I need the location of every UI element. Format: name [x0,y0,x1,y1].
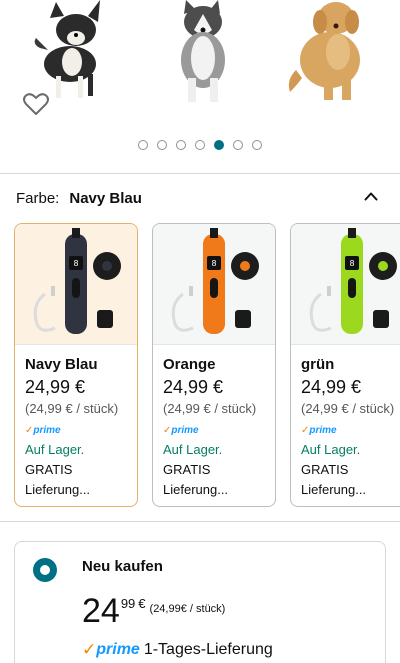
carousel-dot[interactable] [195,140,205,150]
color-variant-list[interactable]: 8 Navy Blau 24,99 € (24,99 € / stück) ✓p… [14,223,400,507]
product-image-gallery[interactable] [0,0,400,130]
svg-text:8: 8 [211,259,216,268]
variant-image: 8 [153,224,275,345]
variant-card-navy-blau[interactable]: 8 Navy Blau 24,99 € (24,99 € / stück) ✓p… [14,223,138,507]
price-fraction: 99 [120,596,136,611]
divider [0,173,400,174]
nail-grinder-image: 8 [309,228,397,334]
variant-name: Orange [163,356,216,373]
prime-badge: ✓prime [163,425,199,436]
variant-card-orange[interactable]: 8 Orange 24,99 € (24,99 € / stück) ✓prim… [152,223,276,507]
carousel-dots[interactable] [0,140,400,150]
divider [0,521,400,522]
variant-price: 24,99 € [163,377,224,397]
delivery-text: 1-Tages-Lieferung [143,641,273,658]
prime-check-icon: ✓ [82,640,97,659]
carousel-dot[interactable] [138,140,148,150]
shipping-line1: GRATIS [301,462,349,477]
variant-price: 24,99 € [25,377,86,397]
shipping-line1: GRATIS [163,462,211,477]
price-unit: (24,99€ / stück) [149,603,226,615]
carousel-dot[interactable] [233,140,243,150]
dog-image-husky [181,0,225,102]
stock-status: Auf Lager. [25,442,85,457]
variant-card-gruen[interactable]: 8 grün 24,99 € (24,99 € / stück) ✓prime … [290,223,400,507]
chevron-up-icon[interactable] [364,191,378,201]
stock-status: Auf Lager. [163,442,223,457]
delivery-info: ✓ prime 1-Tages-Lieferung [82,640,273,660]
prime-logo: prime [96,641,140,658]
variant-unit-price: (24,99 € / stück) [25,401,119,416]
carousel-dot[interactable] [214,140,224,150]
variant-unit-price: (24,99 € / stück) [301,401,395,416]
svg-text:8: 8 [349,259,354,268]
prime-badge: ✓prime [301,425,337,436]
price-currency: € [138,596,146,611]
grinder-accent [240,261,250,271]
dog-image-chihuahua [34,0,100,98]
svg-text:8: 8 [73,259,78,268]
shipping-line2: Lieferung... [301,482,367,497]
dog-image-golden-retriever [288,2,360,100]
variant-name: Navy Blau [25,356,98,373]
stock-status: Auf Lager. [301,442,361,457]
prime-badge: ✓prime [25,425,61,436]
carousel-dot[interactable] [252,140,262,150]
buy-price: 24 99 € (24,99€ / stück) [82,592,225,630]
buy-option-title: Neu kaufen [82,558,163,575]
color-selector-header[interactable]: Farbe: Navy Blau [16,187,386,209]
nail-grinder-image: 8 [33,228,121,334]
variant-image: 8 [291,224,400,345]
variant-unit-price: (24,99 € / stück) [163,401,257,416]
radio-selected-icon[interactable] [33,558,57,582]
shipping-line1: GRATIS [25,462,73,477]
variant-name: grün [301,356,335,373]
grinder-accent [378,261,388,271]
heart-outline-icon[interactable] [23,92,49,116]
buy-option-new[interactable]: Neu kaufen 24 99 € (24,99€ / stück) ✓ pr… [14,541,386,663]
color-label: Farbe: [16,189,60,207]
variant-price: 24,99 € [301,377,362,397]
carousel-dot[interactable] [176,140,186,150]
price-whole: 24 [82,592,120,630]
carousel-dot[interactable] [157,140,167,150]
shipping-line2: Lieferung... [163,482,229,497]
selected-color-value: Navy Blau [69,189,142,207]
shipping-line2: Lieferung... [25,482,91,497]
nail-grinder-image: 8 [171,228,259,334]
grinder-accent [102,261,112,271]
variant-image: 8 [15,224,137,345]
